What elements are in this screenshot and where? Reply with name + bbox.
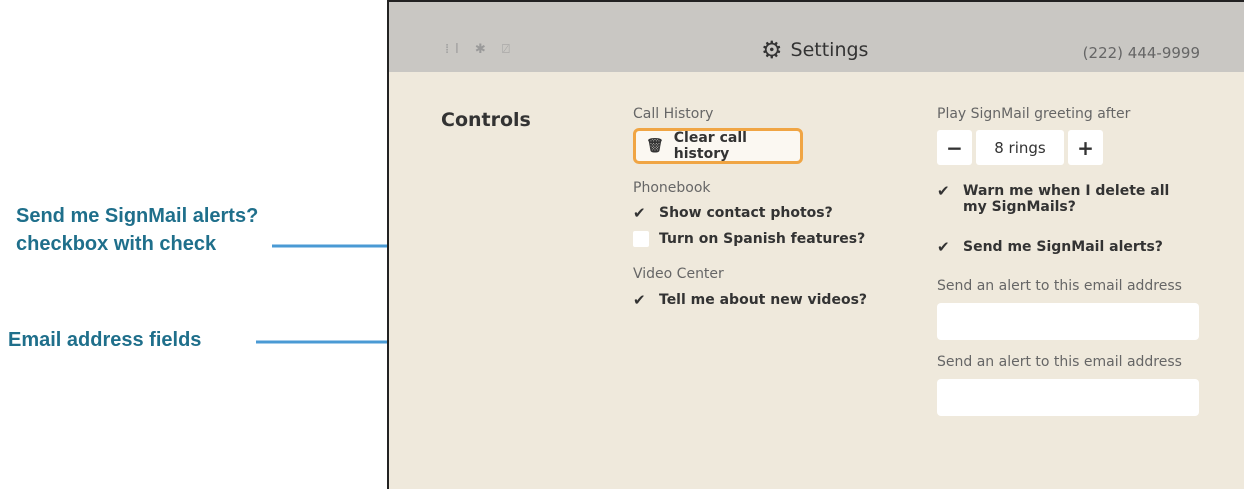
- warn-delete-option[interactable]: ✔ Warn me when I delete all my SignMails…: [937, 183, 1169, 215]
- bluetooth-icon: ✱: [474, 42, 492, 57]
- new-videos-option[interactable]: ✔ Tell me about new videos?: [633, 292, 867, 308]
- top-bar: ⁞l ✱ ⍁ ⚙ Settings (222) 444-9999: [389, 2, 1244, 72]
- new-videos-label: Tell me about new videos?: [659, 292, 868, 308]
- video-center-label: Video Center: [633, 266, 724, 282]
- checkmark-icon: ✔: [633, 291, 646, 309]
- email-label-2: Send an alert to this email address: [937, 354, 1182, 370]
- rings-value: 8 rings: [976, 130, 1064, 165]
- spanish-features-option[interactable]: Turn on Spanish features?: [633, 231, 865, 247]
- call-history-label: Call History: [633, 106, 714, 122]
- alert-email-field-2[interactable]: [937, 379, 1199, 416]
- page-title-group: ⚙ Settings: [761, 38, 868, 62]
- warn-delete-label-line2: my SignMails?: [963, 199, 1076, 215]
- settings-screen: ⁞l ✱ ⍁ ⚙ Settings (222) 444-9999 Control…: [387, 0, 1244, 489]
- signal-icon: ⁞l: [445, 42, 465, 57]
- video-off-icon: ⍁: [501, 42, 516, 57]
- alert-email-field-1[interactable]: [937, 303, 1199, 340]
- rings-stepper: − 8 rings +: [937, 130, 1103, 165]
- checkbox-empty-icon: [633, 231, 649, 247]
- phonebook-label: Phonebook: [633, 180, 711, 196]
- signmail-alerts-label: Send me SignMail alerts?: [963, 239, 1163, 255]
- gear-icon: ⚙: [761, 36, 783, 64]
- signmail-alerts-option[interactable]: ✔ Send me SignMail alerts?: [937, 239, 1163, 255]
- increase-rings-button[interactable]: +: [1068, 130, 1103, 165]
- greeting-label: Play SignMail greeting after: [937, 106, 1131, 122]
- status-icons: ⁞l ✱ ⍁: [445, 42, 516, 57]
- warn-delete-label-line1: Warn me when I delete all: [963, 183, 1170, 199]
- show-contact-photos-option[interactable]: ✔ Show contact photos?: [633, 205, 833, 221]
- spanish-features-label: Turn on Spanish features?: [659, 231, 866, 247]
- decrease-rings-button[interactable]: −: [937, 130, 972, 165]
- trash-icon: 🗑: [646, 138, 664, 154]
- page-title: Settings: [790, 39, 869, 61]
- phone-number: (222) 444-9999: [1082, 44, 1200, 62]
- show-contact-photos-label: Show contact photos?: [659, 205, 833, 221]
- email-label-1: Send an alert to this email address: [937, 278, 1182, 294]
- warn-delete-label: Warn me when I delete all my SignMails?: [963, 183, 1169, 215]
- clear-call-history-button[interactable]: 🗑 Clear call history: [633, 128, 803, 164]
- section-controls: Controls: [441, 109, 531, 131]
- clear-call-history-label: Clear call history: [673, 130, 747, 162]
- checkmark-icon: ✔: [633, 204, 646, 222]
- checkmark-icon: ✔: [937, 182, 950, 200]
- checkmark-icon: ✔: [937, 238, 950, 256]
